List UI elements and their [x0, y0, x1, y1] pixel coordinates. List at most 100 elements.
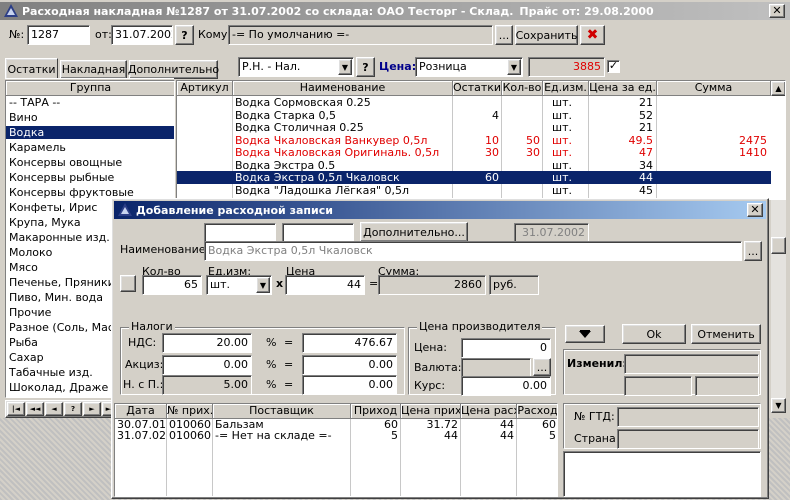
tab-stock[interactable]: Остатки	[5, 58, 58, 79]
recipient-input[interactable]: -= По умолчанию =-	[228, 25, 493, 45]
goods-scrollbar-thumb[interactable]	[771, 237, 786, 254]
goods-cell-qty	[502, 109, 540, 122]
save-button[interactable]: Сохранить	[515, 25, 578, 45]
goods-row[interactable]: Водка Старка 0,5 4 шт. 52	[177, 109, 771, 122]
income-cell-supplier: -= Нет на складе =-	[215, 430, 332, 442]
goods-grid[interactable]: Артикул Наименование Остатки Кол-во Ед.и…	[176, 80, 786, 200]
tax-excise-amount[interactable]: 0.00	[302, 355, 397, 375]
group-list-header[interactable]: Группа	[6, 81, 174, 96]
tax-excise-rate[interactable]: 0.00	[162, 355, 252, 375]
goods-scroll-up[interactable]: ▲	[771, 81, 785, 96]
filter-help-button[interactable]: ?	[356, 57, 375, 77]
chevron-down-icon[interactable]: ▼	[256, 277, 270, 293]
doc-number-input[interactable]: 1287	[27, 25, 90, 45]
expand-button[interactable]	[565, 325, 605, 343]
unit-select[interactable]: шт. ▼	[206, 275, 272, 295]
goods-col-qty[interactable]: Кол-во	[502, 81, 543, 96]
goods-row[interactable]: Водка Чкаловская Ванкувер 0,5л 10 50 шт. 49.…	[177, 134, 771, 147]
nav-next-button[interactable]: ►	[83, 402, 101, 416]
producer-currency-browse[interactable]: ...	[533, 358, 551, 376]
producer-price-input[interactable]: 0	[461, 338, 551, 358]
goods-col-name[interactable]: Наименование	[233, 81, 453, 96]
dialog-field-2[interactable]	[282, 223, 354, 243]
dialog-title-bar[interactable]: Добавление расходной записи	[114, 201, 766, 219]
income-col-num[interactable]: № прих.	[167, 404, 213, 419]
tab-additional[interactable]: Дополнительно	[128, 60, 219, 79]
goods-row[interactable]: Водка Экстра 0.5 шт. 34	[177, 159, 771, 172]
equals-sign: =	[369, 277, 379, 290]
goods-cell-sum: 1410	[739, 146, 767, 159]
nav-first-button[interactable]: |◄	[7, 402, 25, 416]
cancel-doc-button[interactable]: ✖	[580, 25, 605, 45]
doc-date-input[interactable]: 31.07.2002	[111, 25, 173, 45]
recipient-browse-button[interactable]: ...	[495, 25, 513, 45]
group-item[interactable]: Карамель	[6, 141, 174, 154]
chevron-down-icon[interactable]: ▼	[338, 59, 352, 75]
tax-excise-label: Акциз:	[125, 358, 164, 371]
goods-row[interactable]: Водка Экстра 0,5л Чкаловск 60 шт. 44	[177, 171, 771, 184]
qty-side-button[interactable]	[120, 275, 136, 292]
income-col-supplier[interactable]: Поставщик	[213, 404, 351, 419]
income-col-date[interactable]: Дата	[115, 404, 167, 419]
date-help-button[interactable]: ?	[175, 25, 194, 45]
tax-sales-amount[interactable]: 0.00	[302, 375, 397, 395]
goods-cell-stock	[453, 96, 499, 109]
tax-vat-amount[interactable]: 476.67	[302, 333, 397, 353]
notes-field[interactable]	[563, 451, 761, 497]
dialog-close-button[interactable]: ✕	[747, 203, 763, 217]
total-checkbox[interactable]: ✓	[607, 60, 620, 73]
income-col-in[interactable]: Приход	[351, 404, 401, 419]
goods-row[interactable]: Водка "Ладошка Лёгкая" 0,5л шт. 45	[177, 184, 771, 197]
goods-col-stock[interactable]: Остатки	[453, 81, 502, 96]
goods-row[interactable]: Водка Чкаловская Оригиналь. 0,5л 30 30 шт. 4…	[177, 146, 771, 159]
nav-prev-button[interactable]: ◄	[45, 402, 63, 416]
goods-col-unit[interactable]: Ед.изм.	[543, 81, 589, 96]
goods-cell-unit: шт.	[552, 171, 572, 184]
chevron-down-icon[interactable]: ▼	[507, 59, 521, 75]
tax-vat-rate[interactable]: 20.00	[162, 333, 252, 353]
producer-currency-input[interactable]	[461, 358, 531, 378]
price-input[interactable]: 44	[285, 275, 365, 295]
tax-sales-rate[interactable]: 5.00	[162, 375, 252, 395]
income-row[interactable]: 31.07.02 010060 -= Нет на складе =- 5 44 44 5	[115, 430, 557, 442]
add-record-dialog: Добавление расходной записи ✕ Дополнител…	[111, 198, 769, 499]
income-grid[interactable]: Дата № прих. Поставщик Приход Цена прих.…	[114, 403, 558, 497]
qty-input[interactable]: 65	[142, 275, 202, 295]
goods-cell-name: Водка Сормовская 0.25	[235, 96, 371, 109]
group-item[interactable]: Консервы рыбные	[6, 171, 174, 184]
income-cell-num: 010060	[169, 430, 211, 442]
ok-button[interactable]: Ok	[622, 324, 686, 344]
goods-cell-unit: шт.	[552, 183, 572, 197]
name-input[interactable]: Водка Экстра 0,5л Чкаловск	[204, 241, 742, 261]
goods-row[interactable]: Водка Столичная 0.25 шт. 21	[177, 121, 771, 134]
goods-col-sum[interactable]: Сумма	[657, 81, 771, 96]
nav-help-button[interactable]: ?	[64, 402, 82, 416]
price-type-select[interactable]: Розница ▼	[415, 57, 523, 77]
name-browse-button[interactable]: ...	[744, 241, 762, 261]
nav-prev-page-button[interactable]: ◄◄	[26, 402, 44, 416]
income-col-out-price[interactable]: Цена расх.	[461, 404, 517, 419]
goods-col-article[interactable]: Артикул	[177, 81, 233, 96]
producer-rate-input[interactable]: 0.00	[461, 376, 551, 396]
goods-col-price[interactable]: Цена за ед.	[589, 81, 657, 96]
group-item[interactable]: Консервы овощные	[6, 156, 174, 169]
goods-row[interactable]: Водка Сормовская 0.25 шт. 21	[177, 96, 771, 109]
dialog-field-1[interactable]	[204, 223, 276, 243]
cancel-button[interactable]: Отменить	[691, 324, 761, 344]
income-col-in-price[interactable]: Цена прих.	[401, 404, 461, 419]
goods-scroll-down[interactable]: ▼	[771, 398, 786, 413]
tab-strip: Остатки Накладная Дополнительно	[5, 58, 219, 79]
group-item[interactable]: Водка	[6, 126, 174, 139]
goods-scrollbar-track[interactable]	[771, 200, 786, 398]
tab-invoice[interactable]: Накладная	[60, 60, 127, 79]
goods-cell-qty: 30	[526, 146, 540, 159]
tax-sales-pct: %	[266, 378, 277, 391]
payment-type-select[interactable]: Р.Н. - Нал. ▼	[238, 57, 354, 77]
main-title-bar[interactable]: Расходная накладная №1287 от 31.07.2002 …	[0, 2, 790, 20]
goods-cell-unit: шт.	[552, 133, 572, 147]
group-item[interactable]: -- ТАРА --	[6, 96, 174, 109]
group-item[interactable]: Вино	[6, 111, 174, 124]
income-col-out[interactable]: Расход	[517, 404, 557, 419]
main-close-button[interactable]: ✕	[769, 4, 785, 18]
more-button[interactable]: Дополнительно...	[360, 222, 468, 242]
